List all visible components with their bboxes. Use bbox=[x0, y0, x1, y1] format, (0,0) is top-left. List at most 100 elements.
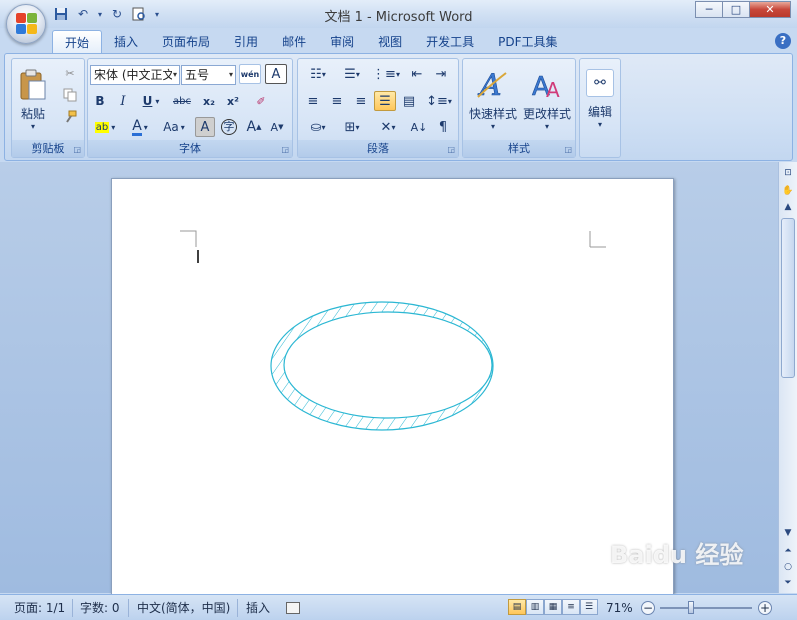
font-name-combo[interactable]: 宋体 (中文正文 ▾ bbox=[90, 65, 180, 85]
grow-font-button[interactable]: A ▲ bbox=[244, 117, 264, 137]
numbering-dropdown-icon: ▾ bbox=[355, 69, 360, 79]
macro-record-icon[interactable] bbox=[286, 602, 300, 614]
borders-dropdown-icon: ▾ bbox=[355, 122, 360, 132]
phonetic-guide-button[interactable]: wén bbox=[239, 64, 261, 84]
bold-button[interactable]: B bbox=[90, 91, 110, 111]
multilevel-list-button[interactable]: ⋮≡ ▾ bbox=[370, 64, 402, 84]
clipboard-dialog-launcher-icon[interactable]: ◲ bbox=[73, 145, 81, 154]
help-icon[interactable]: ? bbox=[775, 33, 791, 49]
font-name-value: 宋体 (中文正文 bbox=[94, 68, 175, 82]
tab-pdf-tools[interactable]: PDF工具集 bbox=[486, 30, 569, 54]
distributed-button[interactable]: ▤ bbox=[398, 91, 420, 111]
zoom-out-icon[interactable]: − bbox=[641, 601, 655, 615]
font-dialog-launcher-icon[interactable]: ◲ bbox=[281, 145, 289, 154]
subscript-button[interactable]: x₂ bbox=[198, 91, 220, 111]
show-marks-button[interactable]: ¶ bbox=[432, 117, 454, 137]
character-border-button[interactable]: A bbox=[265, 64, 287, 84]
draft-view-button[interactable]: ☰ bbox=[580, 599, 598, 615]
align-left-button[interactable]: ≡ bbox=[302, 91, 324, 111]
line-spacing-button[interactable]: ↕≡ ▾ bbox=[424, 91, 454, 111]
change-case-button[interactable]: Aa ▾ bbox=[159, 117, 189, 137]
tab-insert[interactable]: 插入 bbox=[102, 30, 150, 54]
strikethrough-button[interactable]: abc bbox=[170, 91, 194, 111]
change-styles-button[interactable]: A A 更改样式 ▾ bbox=[521, 61, 573, 137]
zoom-slider-thumb[interactable] bbox=[688, 601, 694, 614]
close-button[interactable]: ✕ bbox=[749, 1, 791, 18]
borders-button[interactable]: ⊞ ▾ bbox=[336, 117, 368, 137]
align-right-button[interactable]: ≡ bbox=[350, 91, 372, 111]
minimize-button[interactable]: ─ bbox=[695, 1, 723, 18]
scroll-up-icon[interactable]: ▲ bbox=[779, 202, 797, 216]
word-count[interactable]: 字数: 0 bbox=[80, 599, 120, 617]
increase-indent-button[interactable]: ⇥ bbox=[430, 64, 452, 84]
document-page[interactable] bbox=[111, 178, 674, 598]
text-highlight-button[interactable]: ab ▾ bbox=[90, 117, 120, 137]
italic-button[interactable]: I bbox=[113, 91, 133, 111]
ruler-toggle-icon[interactable]: ⊡ bbox=[779, 168, 797, 182]
bullets-button[interactable]: ☷ ▾ bbox=[302, 64, 334, 84]
language-status[interactable]: 中文(简体，中国) bbox=[137, 599, 230, 617]
chinese-layout-button[interactable]: ✕ ▾ bbox=[372, 117, 404, 137]
styles-dialog-launcher-icon[interactable]: ◲ bbox=[564, 145, 572, 154]
web-layout-button[interactable]: ▦ bbox=[544, 599, 562, 615]
font-size-combo[interactable]: 五号 ▾ bbox=[181, 65, 236, 85]
bullets-dropdown-icon: ▾ bbox=[321, 69, 326, 79]
maximize-button[interactable]: □ bbox=[722, 1, 750, 18]
character-shading-button[interactable]: A bbox=[195, 117, 215, 137]
full-screen-reading-button[interactable]: ▥ bbox=[526, 599, 544, 615]
justify-button[interactable]: ☰ bbox=[374, 91, 396, 111]
insert-mode[interactable]: 插入 bbox=[246, 599, 270, 617]
document-area bbox=[0, 162, 778, 598]
scroll-down-icon[interactable]: ▼ bbox=[779, 528, 797, 542]
office-button[interactable] bbox=[6, 4, 46, 44]
enclose-characters-button[interactable]: 字 bbox=[219, 117, 239, 137]
shrink-font-label: A bbox=[270, 120, 279, 134]
numbering-button[interactable]: ☰ ▾ bbox=[336, 64, 368, 84]
paste-button[interactable]: 粘贴 ▾ bbox=[16, 61, 50, 139]
copy-button[interactable] bbox=[60, 85, 80, 105]
page-count[interactable]: 页面: 1/1 bbox=[14, 599, 65, 617]
vertical-scrollbar[interactable]: ⊡ ✋ ▲ ▼ ⏶ ○ ⏷ bbox=[778, 162, 797, 593]
decrease-indent-icon: ⇤ bbox=[411, 66, 423, 82]
zoom-level[interactable]: 71% bbox=[606, 599, 633, 617]
zoom-in-icon[interactable]: + bbox=[758, 601, 772, 615]
tab-home[interactable]: 开始 bbox=[52, 30, 103, 54]
tab-view[interactable]: 视图 bbox=[366, 30, 414, 54]
paragraph-dialog-launcher-icon[interactable]: ◲ bbox=[447, 145, 455, 154]
clear-formatting-button[interactable]: ✐ bbox=[250, 91, 272, 111]
tab-review[interactable]: 审阅 bbox=[318, 30, 366, 54]
editing-dropdown-icon: ▾ bbox=[597, 120, 602, 129]
shrink-arrow-icon: ▼ bbox=[278, 123, 284, 131]
decrease-indent-button[interactable]: ⇤ bbox=[406, 64, 428, 84]
paragraph-group-label: 段落 bbox=[298, 140, 458, 157]
hatched-ellipse-shape[interactable] bbox=[270, 301, 494, 431]
pan-hand-icon[interactable]: ✋ bbox=[779, 186, 797, 200]
sort-button[interactable]: A↓ bbox=[408, 117, 430, 137]
shading-button[interactable]: ⛀ ▾ bbox=[302, 117, 334, 137]
underline-button[interactable]: U ▾ bbox=[136, 91, 166, 111]
zoom-slider[interactable] bbox=[660, 607, 752, 609]
format-painter-button[interactable] bbox=[60, 107, 80, 127]
font-color-button[interactable]: A ▾ bbox=[125, 117, 155, 137]
previous-page-icon[interactable]: ⏶ bbox=[779, 546, 797, 560]
tab-developer[interactable]: 开发工具 bbox=[414, 30, 486, 54]
quick-styles-button[interactable]: A 快速样式 ▾ bbox=[467, 61, 519, 137]
tab-references[interactable]: 引用 bbox=[222, 30, 270, 54]
align-right-icon: ≡ bbox=[355, 93, 367, 109]
outline-view-button[interactable]: ≡ bbox=[562, 599, 580, 615]
align-center-button[interactable]: ≡ bbox=[326, 91, 348, 111]
font-size-dropdown-icon[interactable]: ▾ bbox=[229, 66, 233, 84]
next-page-icon[interactable]: ⏷ bbox=[779, 578, 797, 592]
tab-mailings[interactable]: 邮件 bbox=[270, 30, 318, 54]
distributed-icon: ▤ bbox=[402, 93, 416, 109]
superscript-button[interactable]: x² bbox=[222, 91, 244, 111]
quick-styles-dropdown-icon: ▾ bbox=[490, 122, 495, 131]
shrink-font-button[interactable]: A ▼ bbox=[267, 117, 287, 137]
print-layout-view-button[interactable]: ▤ bbox=[508, 599, 526, 615]
tab-page-layout[interactable]: 页面布局 bbox=[150, 30, 222, 54]
cut-button[interactable]: ✂ bbox=[60, 63, 80, 83]
scroll-thumb[interactable] bbox=[781, 218, 795, 378]
browse-object-icon[interactable]: ○ bbox=[779, 562, 797, 576]
font-name-dropdown-icon[interactable]: ▾ bbox=[171, 66, 177, 84]
editing-button[interactable]: ⚯ 编辑 ▾ bbox=[582, 61, 618, 137]
